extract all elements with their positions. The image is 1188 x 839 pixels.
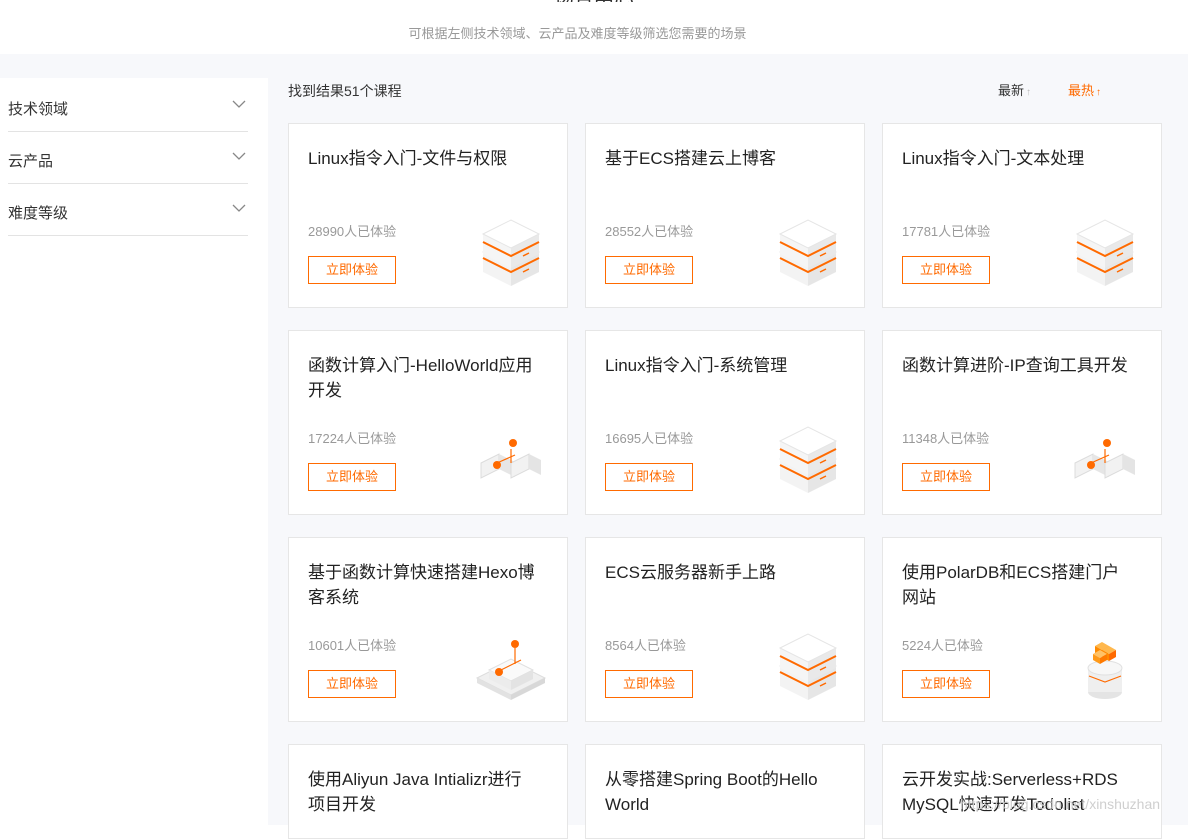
filter-sidebar: 技术领域 云产品 难度等级 — [0, 78, 268, 825]
server-cube-icon — [1075, 219, 1135, 286]
course-card[interactable]: ECS云服务器新手上路 8564人已体验 立即体验 — [585, 537, 865, 722]
course-title[interactable]: 函数计算入门-HelloWorld应用开发 — [308, 353, 538, 403]
server-cube-icon — [481, 219, 541, 286]
course-card[interactable]: 基于函数计算快速搭建Hexo博客系统 10601人已体验 立即体验 — [288, 537, 568, 722]
sort-latest[interactable]: 最新 ↑ — [998, 80, 1031, 99]
filter-label: 技术领域 — [8, 101, 69, 118]
course-count: 17224人已体验 — [308, 431, 397, 446]
course-title[interactable]: 从零搭建Spring Boot的Hello World — [605, 767, 835, 817]
course-title[interactable]: 基于函数计算快速搭建Hexo博客系统 — [308, 560, 538, 610]
server-cube-icon — [778, 633, 838, 700]
course-count: 28552人已体验 — [605, 224, 694, 239]
course-card[interactable]: 函数计算进阶-IP查询工具开发 11348人已体验 立即体验 — [882, 330, 1162, 515]
course-title[interactable]: 使用PolarDB和ECS搭建门户网站 — [902, 560, 1132, 610]
filter-tech-domain[interactable]: 技术领域 — [8, 80, 248, 132]
try-now-button[interactable]: 立即体验 — [605, 670, 693, 698]
course-count: 28990人已体验 — [308, 224, 397, 239]
server-cube-icon — [778, 219, 838, 286]
sort-hot-label: 最热 — [1068, 83, 1095, 98]
try-now-button[interactable]: 立即体验 — [308, 463, 396, 491]
page-subtitle: 可根据左侧技术领域、云产品及难度等级筛选您需要的场景 — [408, 26, 747, 41]
watermark: https://blog.csdn.net/xinshuzhan — [960, 796, 1161, 812]
try-now-button[interactable]: 立即体验 — [902, 256, 990, 284]
course-count: 10601人已体验 — [308, 638, 397, 653]
function-blocks-icon — [480, 439, 541, 479]
course-title[interactable]: ECS云服务器新手上路 — [605, 560, 835, 585]
course-card[interactable]: 使用PolarDB和ECS搭建门户网站 5224人已体验 立即体验 — [882, 537, 1162, 722]
course-title[interactable]: 函数计算进阶-IP查询工具开发 — [902, 353, 1132, 378]
page-header: 场景中心 可根据左侧技术领域、云产品及难度等级筛选您需要的场景 — [0, 0, 1188, 54]
polardb-stack-icon — [1087, 642, 1123, 699]
arrow-up-icon: ↑ — [1096, 87, 1102, 98]
function-blocks-icon — [1074, 439, 1135, 479]
course-card[interactable]: 基于ECS搭建云上博客 28552人已体验 立即体验 — [585, 123, 865, 308]
function-platform-icon — [475, 640, 547, 700]
try-now-button[interactable]: 立即体验 — [902, 670, 990, 698]
course-count: 8564人已体验 — [605, 638, 686, 653]
course-card[interactable]: 函数计算入门-HelloWorld应用开发 17224人已体验 立即体验 — [288, 330, 568, 515]
try-now-button[interactable]: 立即体验 — [902, 463, 990, 491]
try-now-button[interactable]: 立即体验 — [308, 670, 396, 698]
course-card[interactable]: Linux指令入门-系统管理 16695人已体验 立即体验 — [585, 330, 865, 515]
course-count: 11348人已体验 — [902, 431, 990, 446]
try-now-button[interactable]: 立即体验 — [605, 463, 693, 491]
course-count: 17781人已体验 — [902, 224, 991, 239]
page-title-cutoff: 场景中心 — [0, 0, 1188, 2]
sort-hot[interactable]: 最热 ↑ — [1068, 80, 1101, 99]
course-count: 5224人已体验 — [902, 638, 983, 653]
course-card[interactable]: Linux指令入门-文本处理 17781人已体验 立即体验 — [882, 123, 1162, 308]
course-title[interactable]: Linux指令入门-系统管理 — [605, 353, 835, 378]
arrow-up-icon: ↑ — [1026, 87, 1032, 98]
filter-label: 难度等级 — [8, 205, 69, 222]
course-title[interactable]: 基于ECS搭建云上博客 — [605, 146, 835, 171]
results-count: 找到结果51个课程 — [288, 83, 402, 99]
sort-latest-label: 最新 — [998, 83, 1025, 98]
filter-difficulty[interactable]: 难度等级 — [8, 184, 248, 236]
course-title[interactable]: 使用Aliyun Java Intializr进行项目开发 — [308, 767, 538, 817]
server-cube-icon — [778, 426, 838, 493]
chevron-down-icon — [232, 204, 246, 212]
course-title[interactable]: Linux指令入门-文件与权限 — [308, 146, 538, 171]
chevron-down-icon — [232, 152, 246, 160]
course-card[interactable]: Linux指令入门-文件与权限 28990人已体验 立即体验 — [288, 123, 568, 308]
filter-label: 云产品 — [8, 153, 54, 170]
chevron-down-icon — [232, 100, 246, 108]
filter-cloud-product[interactable]: 云产品 — [8, 132, 248, 184]
try-now-button[interactable]: 立即体验 — [308, 256, 396, 284]
course-count: 16695人已体验 — [605, 431, 694, 446]
try-now-button[interactable]: 立即体验 — [605, 256, 693, 284]
course-title[interactable]: Linux指令入门-文本处理 — [902, 146, 1132, 171]
